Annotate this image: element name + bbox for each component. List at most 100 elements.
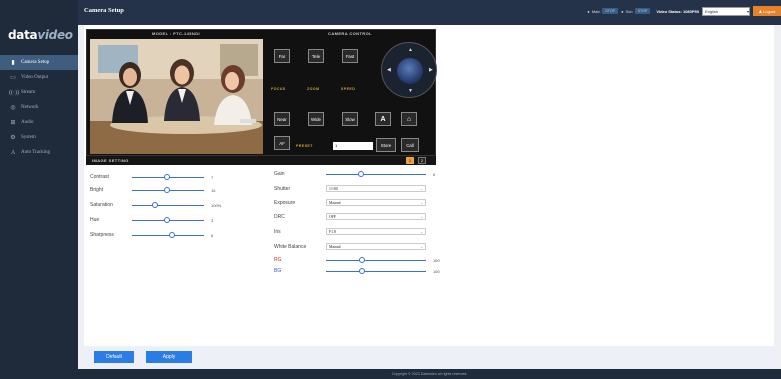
- gain-row: Gain 6: [274, 170, 435, 178]
- bg-label: BG: [274, 268, 282, 274]
- exposure-select[interactable]: Manual ⌄: [326, 199, 426, 206]
- monitor-icon: ▭: [10, 74, 16, 81]
- slider-thumb[interactable]: [358, 171, 364, 177]
- hue-slider[interactable]: [132, 217, 204, 223]
- shutter-select[interactable]: 1/100 ⌄: [326, 185, 426, 192]
- logout-button[interactable]: ♟ Logout: [753, 6, 781, 16]
- joystick-knob[interactable]: [397, 58, 423, 84]
- iris-row: Iris F1.8 ⌄: [274, 227, 426, 236]
- speed-slow-button[interactable]: Slow: [342, 112, 358, 126]
- gain-value: 6: [433, 171, 436, 177]
- bright-slider[interactable]: [132, 187, 204, 193]
- shutter-row: Shutter 1/100 ⌄: [274, 184, 426, 193]
- sharpness-slider[interactable]: [132, 232, 204, 238]
- focus-near-button[interactable]: Near: [274, 112, 290, 126]
- sidebar-item-camera-setup[interactable]: ▮ Camera Setup: [0, 55, 78, 70]
- sidebar-item-video-output[interactable]: ▭ Video Output: [0, 70, 78, 85]
- contrast-label: Contrast: [90, 174, 109, 180]
- sidebar-item-label: System: [21, 135, 36, 140]
- zoom-label: ZOOM: [307, 87, 320, 91]
- sidebar-nav: ▮ Camera Setup ▭ Video Output ((·)) Stre…: [0, 55, 78, 160]
- status-dot-icon: ●: [587, 8, 590, 14]
- sidebar-item-system[interactable]: ⚙ System: [0, 130, 78, 145]
- rg-row: RG 160: [274, 256, 440, 264]
- language-select[interactable]: English ▾: [702, 6, 750, 16]
- sharpness-row: Sharpness 6: [90, 231, 213, 239]
- camera-panel: MODEL : PTC-145NDI CAMERA CONTROL Far FO…: [86, 29, 437, 156]
- bg-slider[interactable]: [326, 268, 426, 274]
- main-status-badge: STOP: [602, 8, 619, 14]
- chevron-down-icon: ⌄: [419, 187, 423, 191]
- drc-value: OFF: [329, 214, 336, 219]
- shutter-value: 1/100: [329, 186, 338, 191]
- contrast-slider[interactable]: [132, 174, 204, 180]
- slider-thumb[interactable]: [169, 232, 176, 238]
- iris-select[interactable]: F1.8 ⌄: [326, 228, 426, 235]
- iris-label: Iris: [274, 228, 281, 235]
- rg-slider[interactable]: [326, 257, 426, 263]
- gain-slider[interactable]: [326, 171, 426, 177]
- call-button[interactable]: Call: [401, 138, 419, 152]
- exposure-value: Manual: [329, 200, 341, 205]
- action-bar: Default Apply: [84, 346, 774, 369]
- contrast-row: Contrast 7: [90, 173, 213, 181]
- zoom-wide-button[interactable]: Wide: [308, 112, 324, 126]
- saturation-label: Saturation: [90, 202, 113, 208]
- sidebar-item-label: Video Output: [21, 75, 49, 80]
- home-button[interactable]: ⌂: [401, 112, 417, 126]
- sidebar-item-stream[interactable]: ((·)) Stream: [0, 85, 78, 100]
- sidebar-item-label: Stream: [21, 90, 36, 95]
- image-setting-tab-1[interactable]: 1: [406, 157, 414, 164]
- preset-input[interactable]: 1: [333, 142, 373, 150]
- saturation-slider[interactable]: [132, 202, 204, 208]
- slider-thumb[interactable]: [152, 202, 159, 208]
- sidebar-item-auto-tracking[interactable]: A Auto Tracking: [0, 145, 78, 160]
- sub-label: Sub: [625, 8, 633, 14]
- arrow-down-icon[interactable]: ▼: [408, 89, 413, 94]
- slider-thumb[interactable]: [163, 217, 170, 223]
- white-balance-select[interactable]: Manual ⌄: [326, 243, 426, 250]
- slider-thumb[interactable]: [359, 268, 365, 274]
- sidebar: datavideo ▮ Camera Setup ▭ Video Output …: [0, 0, 78, 379]
- globe-icon: ◎: [10, 104, 16, 111]
- store-button[interactable]: Store: [376, 138, 396, 152]
- chevron-down-icon: ▾: [746, 8, 749, 14]
- arrow-right-icon[interactable]: ▶: [429, 68, 433, 73]
- autofocus-button[interactable]: AF: [274, 136, 290, 150]
- arrow-left-icon[interactable]: ◀: [387, 68, 391, 73]
- image-setting-tab-2[interactable]: 2: [418, 157, 426, 164]
- top-status-area: ● Main STOP ● Sub STOP Video Status: 108…: [587, 6, 781, 16]
- auto-tracking-button[interactable]: A: [375, 112, 391, 126]
- default-button[interactable]: Default: [94, 351, 134, 363]
- shutter-label: Shutter: [274, 185, 291, 192]
- speed-label: SPEED: [341, 87, 356, 91]
- bright-value: 16: [211, 187, 216, 193]
- white-balance-label: White Balance: [274, 243, 307, 250]
- saturation-value: 100%: [211, 202, 222, 208]
- chevron-down-icon: ⌄: [419, 230, 423, 234]
- zoom-tele-button[interactable]: Tele: [308, 49, 324, 63]
- slider-thumb[interactable]: [163, 187, 170, 193]
- slider-thumb[interactable]: [163, 174, 170, 180]
- tracking-icon: A: [10, 149, 16, 156]
- apply-button[interactable]: Apply: [146, 351, 192, 363]
- slider-thumb[interactable]: [359, 257, 365, 263]
- sidebar-item-audio[interactable]: ⊞ Audio: [0, 115, 78, 130]
- speed-fast-button[interactable]: Fast: [342, 49, 358, 63]
- chevron-down-icon: ⌄: [419, 245, 423, 249]
- drc-select[interactable]: OFF ⌄: [326, 213, 426, 220]
- ptz-joystick[interactable]: ▲ ▼ ◀ ▶: [381, 42, 437, 98]
- sub-status-badge: STOP: [634, 8, 651, 14]
- focus-far-button[interactable]: Far: [274, 49, 290, 63]
- sidebar-item-network[interactable]: ◎ Network: [0, 100, 78, 115]
- drc-label: DRC: [274, 213, 285, 220]
- video-preview-image: [90, 39, 263, 154]
- sub-stream-status: ● Sub STOP: [621, 8, 651, 14]
- sidebar-item-label: Auto Tracking: [21, 150, 51, 155]
- status-dot-icon: ●: [621, 8, 624, 14]
- chevron-down-icon: ⌄: [419, 201, 423, 205]
- image-setting-bar: IMAGE SETTING 1 2: [86, 156, 436, 165]
- rg-value: 160: [433, 257, 440, 263]
- arrow-up-icon[interactable]: ▲: [408, 48, 413, 53]
- camera-control-label: CAMERA CONTROL: [328, 31, 372, 36]
